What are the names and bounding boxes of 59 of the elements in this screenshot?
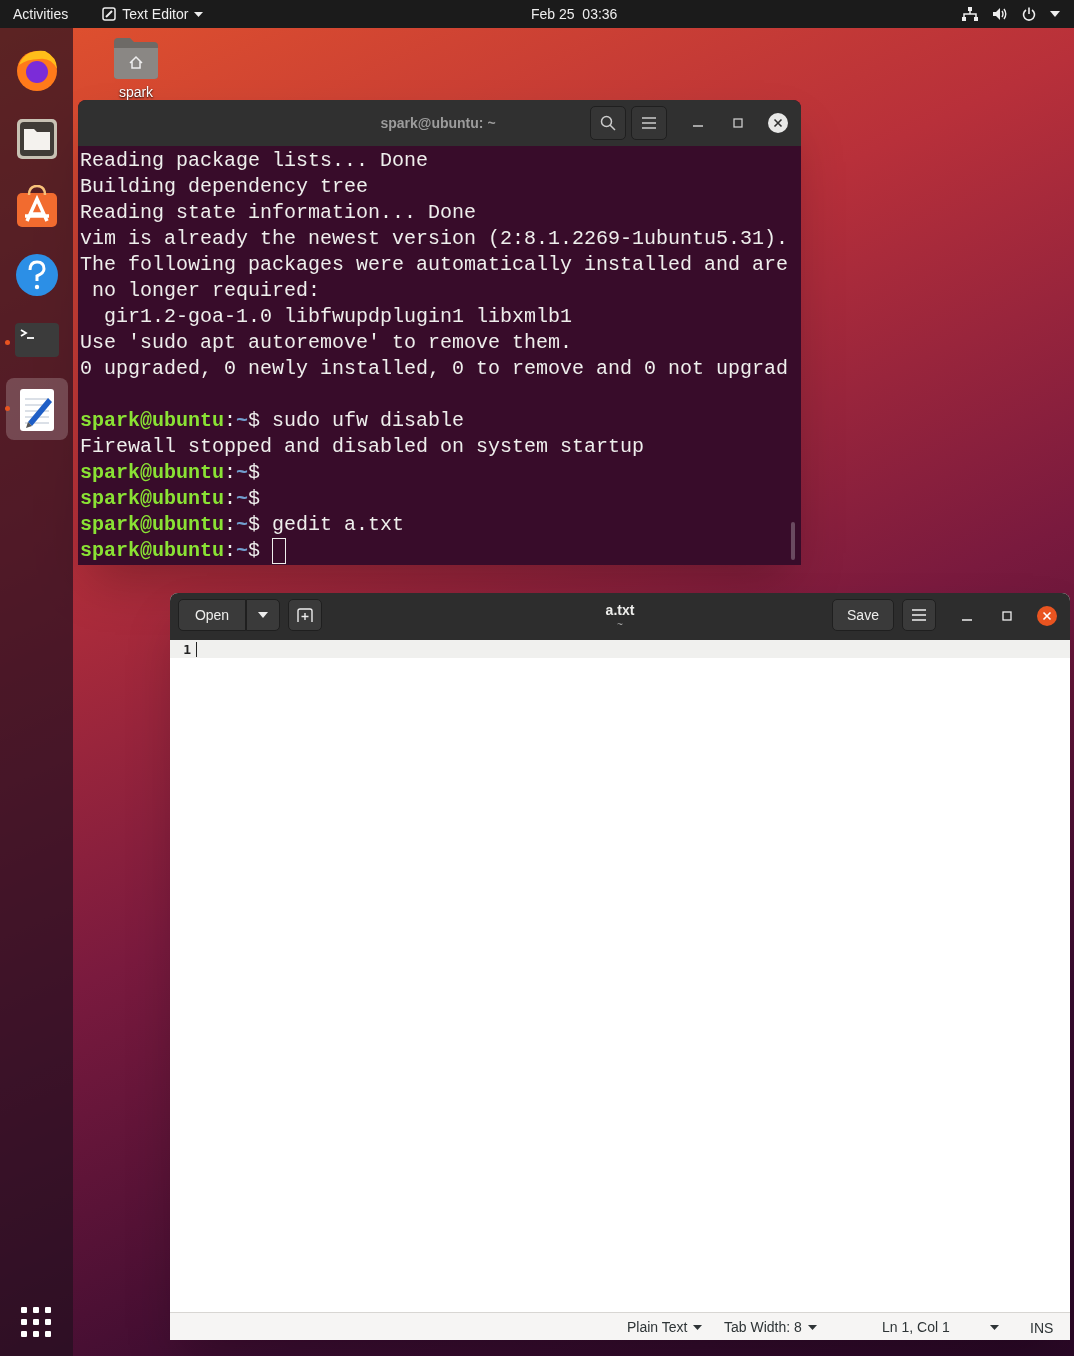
search-button[interactable]	[590, 106, 626, 140]
shopping-bag-icon	[15, 185, 59, 229]
window-title: a.txt	[604, 601, 636, 620]
cursor-position-dropdown[interactable]: Ln 1, Col 1	[882, 1317, 999, 1338]
activities-button[interactable]: Activities	[13, 3, 69, 25]
caret-icon	[693, 1325, 703, 1330]
terminal-output-line: Building dependency tree	[80, 174, 370, 200]
terminal-prompt-line: spark@ubuntu:~$ gedit a.txt	[80, 512, 405, 538]
menu-button[interactable]	[902, 599, 936, 631]
terminal-output-line: no longer required:	[91, 278, 322, 304]
menu-button[interactable]	[631, 106, 667, 140]
window-subtitle: ~	[616, 618, 624, 632]
window-title: spark@ubuntu: ~	[379, 113, 497, 133]
power-icon[interactable]	[1022, 7, 1036, 21]
close-icon[interactable]	[1037, 606, 1057, 626]
caret-icon	[807, 1325, 817, 1330]
new-tab-icon	[297, 608, 313, 622]
terminal-output-line: The following packages were automatically installed and are	[80, 252, 790, 278]
desktop-icon-label[interactable]: spark	[118, 82, 154, 103]
caret-icon	[258, 612, 268, 618]
terminal-output-line: gir1.2-goa-1.0 libfwupdplugin1 libxmlb1	[103, 304, 574, 330]
home-folder-icon[interactable]	[112, 36, 160, 80]
terminal-prompt-line: spark@ubuntu:~$	[80, 486, 261, 512]
terminal-output-line: 0 upgraded, 0 newly installed, 0 to remove and 0 not upgrad	[80, 356, 790, 382]
line-number: 1	[170, 640, 195, 658]
network-icon[interactable]	[962, 7, 978, 21]
folder-icon	[15, 117, 59, 161]
text-cursor	[196, 642, 197, 657]
menu-icon	[642, 117, 656, 129]
scrollbar[interactable]	[791, 522, 795, 560]
terminal-prompt-line: spark@ubuntu:~$	[80, 460, 261, 486]
help-icon	[15, 253, 59, 297]
clock[interactable]: Feb 25 03:36	[531, 3, 618, 25]
search-icon	[600, 115, 616, 131]
language-dropdown[interactable]: Plain Text	[627, 1317, 703, 1338]
terminal-prompt-line: spark@ubuntu:~$	[80, 538, 261, 564]
caret-icon[interactable]	[1050, 11, 1060, 17]
open-button[interactable]: Open	[178, 599, 246, 631]
save-button[interactable]: Save	[832, 599, 894, 631]
close-icon[interactable]	[768, 113, 788, 133]
maximize-icon[interactable]	[733, 118, 743, 128]
terminal-output-line: vim is already the newest version (2:8.1.2269-1ubuntu5.31).	[80, 226, 790, 252]
volume-icon[interactable]	[992, 7, 1008, 21]
terminal-output-line: Use 'sudo apt autoremove' to remove them.	[80, 330, 574, 356]
app-grid-icon[interactable]	[21, 1307, 51, 1337]
new-tab-button[interactable]	[288, 599, 322, 631]
dock-item[interactable]	[6, 378, 68, 440]
tab-width-dropdown[interactable]: Tab Width: 8	[724, 1317, 817, 1338]
open-dropdown-button[interactable]	[246, 599, 280, 631]
app-menu[interactable]: Text Editor	[102, 3, 204, 25]
caret-icon	[989, 1325, 999, 1330]
edit-icon	[102, 7, 117, 21]
terminal-output-line: Reading package lists... Done	[80, 148, 430, 174]
terminal-output-line: Firewall stopped and disabled on system startup	[80, 434, 646, 460]
insert-mode-indicator: INS	[1030, 1319, 1054, 1338]
terminal-prompt-line: spark@ubuntu:~$ sudo ufw disable	[80, 408, 465, 434]
menu-icon	[912, 609, 926, 621]
terminal-output-line: Reading state information... Done	[80, 200, 478, 226]
caret-icon	[194, 11, 204, 17]
